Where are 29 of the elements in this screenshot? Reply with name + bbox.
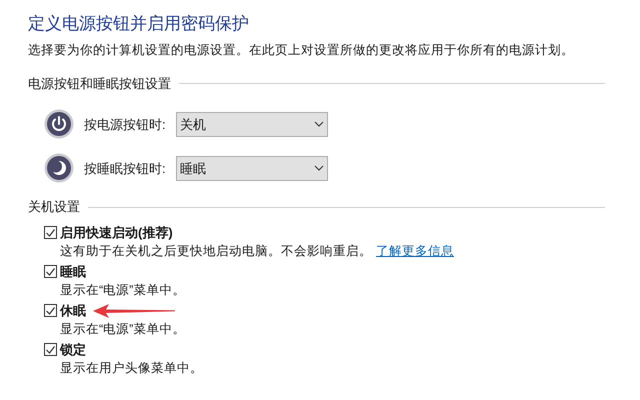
option-label: 锁定 (60, 341, 86, 359)
option-label: 睡眠 (60, 263, 86, 281)
checkbox[interactable] (44, 226, 57, 240)
page-title: 定义电源按钮并启用密码保护 (28, 13, 250, 35)
dropdown[interactable]: 睡眠 (176, 156, 328, 181)
learn-more-link[interactable]: 了解更多信息 (376, 244, 454, 258)
section-heading: 电源按钮和睡眠按钮设置 (28, 74, 171, 93)
chevron-down-icon (314, 121, 324, 128)
checkmark-icon (46, 306, 55, 315)
option-description: 显示在“电源”菜单中。 (60, 282, 186, 297)
option-description: 这有助于在关机之后更快地启动电脑。不会影响重启。 (60, 244, 372, 258)
option-description: 显示在用户头像菜单中。 (60, 360, 203, 375)
checkmark-icon (46, 228, 55, 237)
setting-label: 按睡眠按钮时: (84, 160, 167, 178)
option-description: 显示在“电源”菜单中。 (60, 322, 186, 336)
checkmark-icon (46, 346, 55, 354)
page-description: 选择要为你的计算机设置的电源设置。在此页上对设置所做的更改将应用于你所有的电源计划。 (28, 42, 575, 59)
option-label: 启用快速启动(推荐) (60, 224, 173, 242)
power-icon (44, 109, 74, 140)
checkbox[interactable] (44, 265, 57, 278)
section-heading: 关机设置 (28, 198, 80, 216)
checkbox[interactable] (44, 304, 57, 318)
checkbox[interactable] (44, 343, 57, 356)
checkmark-icon (46, 268, 55, 276)
moon-icon (44, 153, 74, 184)
dropdown[interactable]: 关机 (176, 112, 328, 137)
setting-label: 按电源按钮时: (84, 116, 167, 134)
option-label: 休眠 (60, 302, 86, 320)
chevron-down-icon (314, 165, 324, 172)
